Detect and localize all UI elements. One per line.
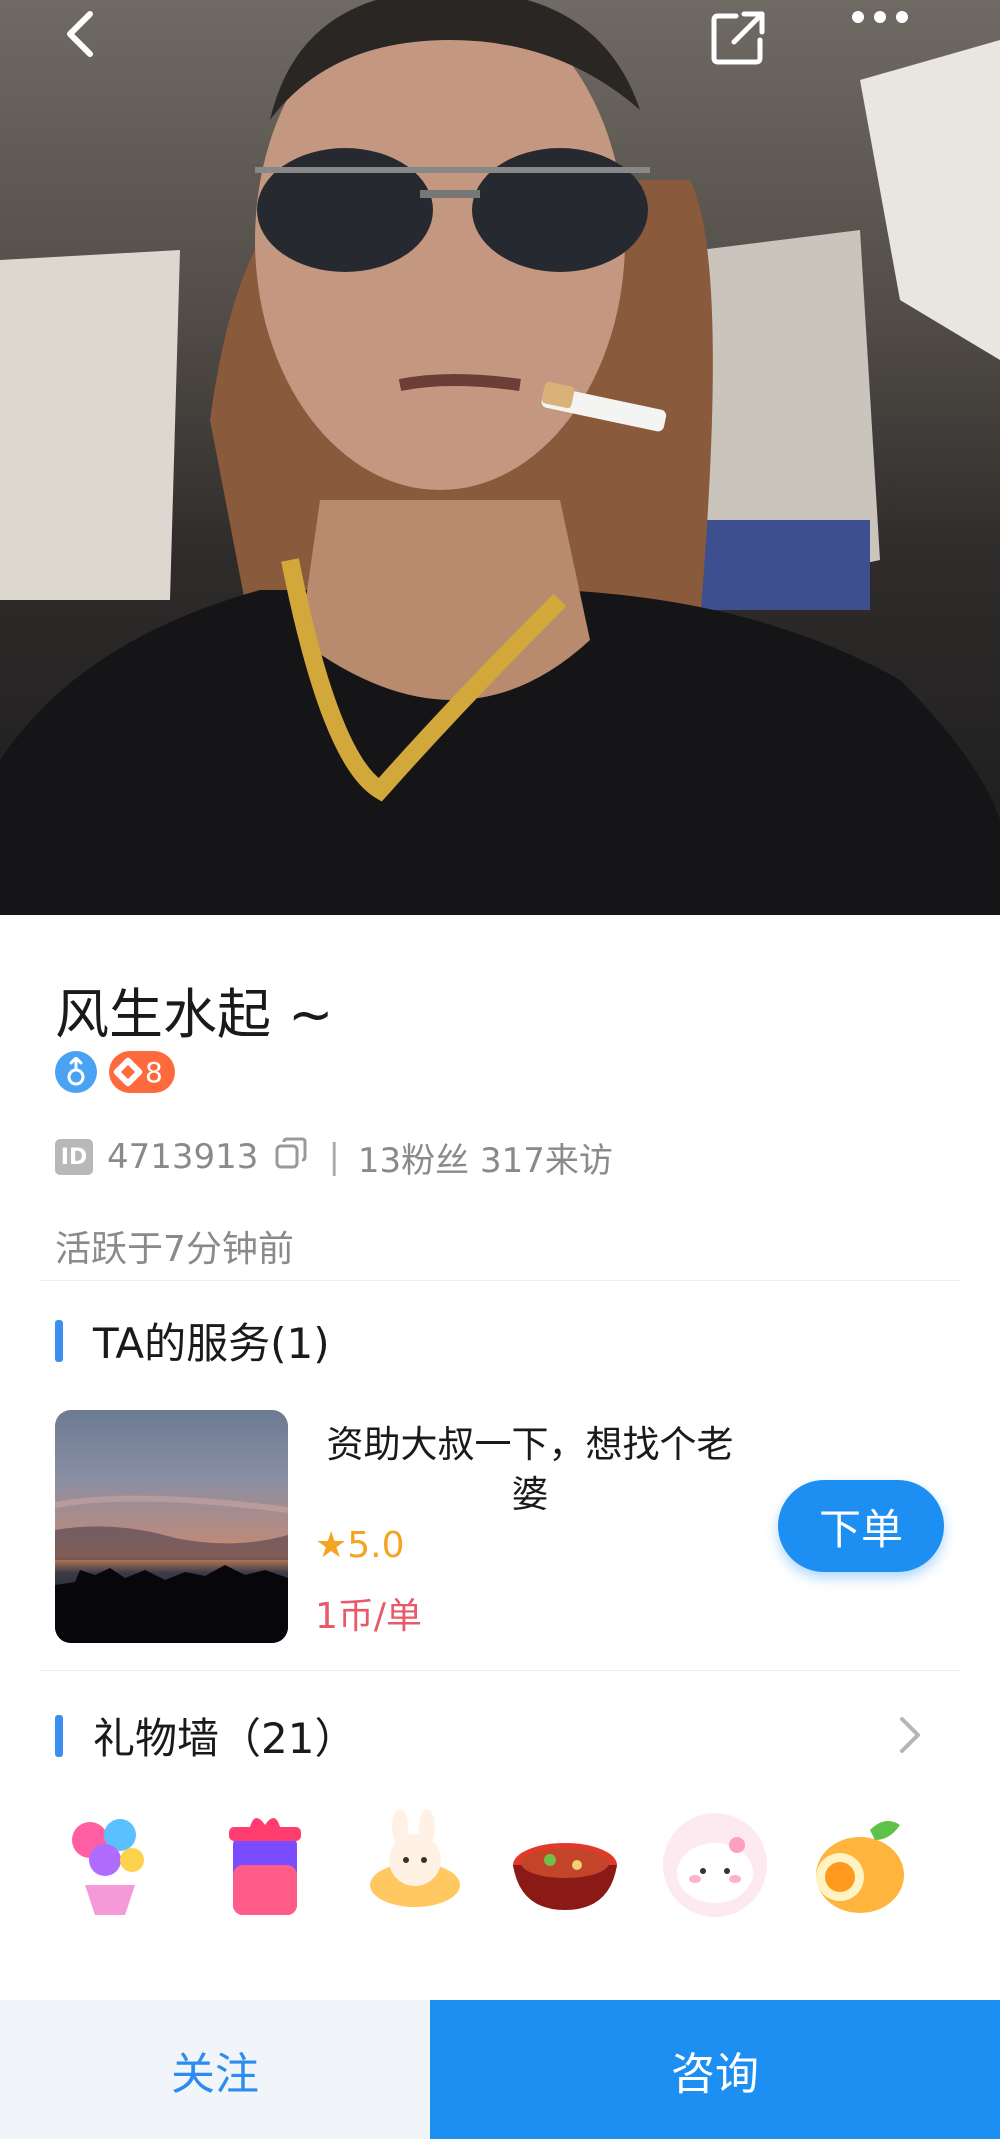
gift-jar-icon[interactable] bbox=[205, 1805, 325, 1925]
bottom-action-bar: 关注 咨询 bbox=[0, 2000, 1000, 2139]
divider bbox=[40, 1670, 960, 1671]
balloon-gift-icon[interactable] bbox=[50, 1805, 170, 1925]
follow-button[interactable]: 关注 bbox=[0, 2000, 430, 2139]
services-title: TA的服务(1) bbox=[93, 1319, 330, 1368]
male-icon bbox=[55, 1051, 97, 1093]
star-icon: ★ bbox=[315, 1525, 348, 1566]
gift-wall-heading[interactable]: 礼物墙（21） bbox=[55, 1705, 356, 1766]
profile-photo[interactable] bbox=[0, 0, 1000, 915]
services-heading: TA的服务(1) bbox=[55, 1310, 330, 1371]
level-badge: 8 bbox=[109, 1051, 175, 1093]
share-icon[interactable] bbox=[710, 10, 790, 90]
service-price: 1币/单 bbox=[315, 1596, 423, 1637]
order-button[interactable]: 下单 bbox=[778, 1480, 944, 1572]
diamond-icon bbox=[112, 1056, 144, 1088]
section-accent-bar bbox=[55, 1319, 63, 1362]
gift-list bbox=[0, 1805, 1000, 1935]
plush-bunny-icon[interactable] bbox=[355, 1805, 475, 1925]
consult-button[interactable]: 咨询 bbox=[430, 2000, 1000, 2139]
id-tag: ID bbox=[55, 1139, 93, 1175]
profile-name: 风生水起 ~ bbox=[55, 983, 334, 1046]
profile-photo-illustration bbox=[0, 0, 1000, 915]
top-bar bbox=[0, 0, 1000, 100]
orange-roll-icon[interactable] bbox=[800, 1805, 920, 1925]
badge-row: 8 bbox=[55, 1050, 175, 1094]
active-status: 活跃于7分钟前 bbox=[55, 1229, 294, 1270]
section-accent-bar bbox=[55, 1714, 63, 1757]
gift-wall-title: 礼物墙（21） bbox=[93, 1714, 357, 1763]
service-rating: ★5.0 bbox=[315, 1525, 405, 1566]
level-value: 8 bbox=[145, 1055, 163, 1089]
divider bbox=[40, 1280, 960, 1281]
service-thumbnail[interactable] bbox=[55, 1410, 288, 1643]
service-title[interactable]: 资助大叔一下，想找个老婆 bbox=[310, 1420, 750, 1520]
copy-icon[interactable] bbox=[274, 1136, 308, 1179]
stats-separator: | bbox=[328, 1137, 340, 1177]
hotpot-bowl-icon[interactable] bbox=[505, 1805, 625, 1925]
more-dots-icon[interactable] bbox=[850, 10, 930, 90]
user-id: 4713913 bbox=[107, 1137, 259, 1177]
chevron-left-icon[interactable] bbox=[60, 10, 140, 90]
follower-visitor-stats: 13粉丝 317来访 bbox=[357, 1140, 613, 1181]
chevron-right-icon[interactable] bbox=[898, 1715, 922, 1759]
rating-value: 5.0 bbox=[347, 1525, 405, 1566]
dumpling-icon[interactable] bbox=[655, 1805, 775, 1925]
id-row: ID 4713913 | 13粉丝 317来访 bbox=[55, 1135, 613, 1181]
sunset-image bbox=[55, 1495, 288, 1643]
